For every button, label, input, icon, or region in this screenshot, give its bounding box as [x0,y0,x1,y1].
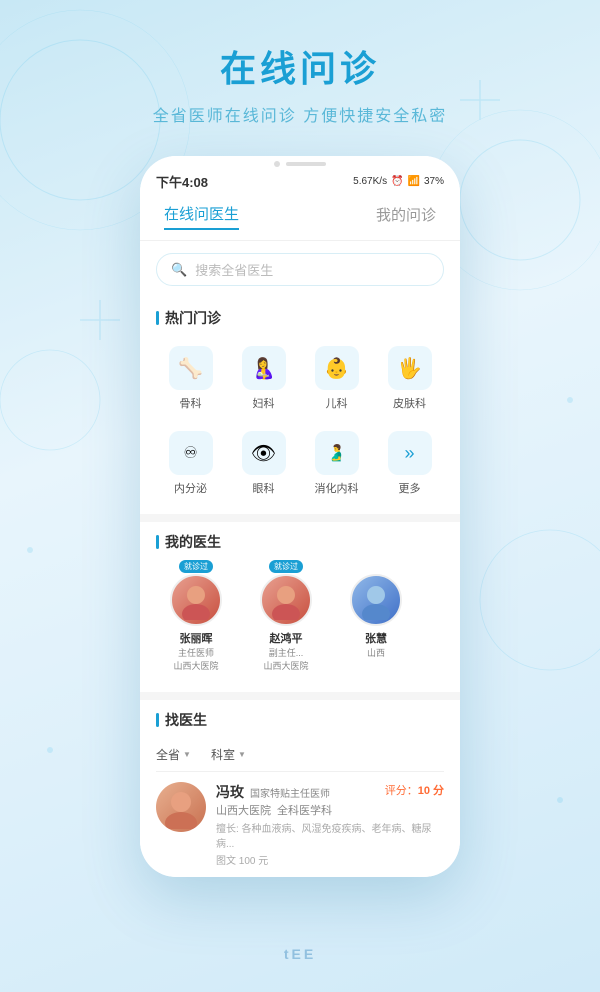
doctor-info-1: 赵鸿平 副主任... 山西大医院 [263,630,308,672]
top-nav: 在线问医生 我的问诊 [140,195,460,241]
find-doctor-section: 找医生 全省 ▼ 科室 ▼ [140,700,460,877]
doctor-info-0: 张丽晖 主任医师 山西大医院 [173,630,218,672]
dept-name-5: 眼科 [253,480,275,496]
dept-icon-2: 👶 [315,346,359,390]
tab-online-doctor[interactable]: 在线问医生 [164,203,239,230]
filter-dept-arrow: ▼ [238,750,246,759]
doctor-avatar-0 [170,574,222,626]
find-doctor-title: 找医生 [156,700,444,738]
hot-departments-title: 热门门诊 [156,298,444,336]
doctor-badge-0: 就诊过 [179,560,213,573]
dept-icon-1: 🤱 [242,346,286,390]
list-doctor-name: 冯玫 国家特贴主任医师 [216,782,332,802]
doctor-list-info-0: 冯玫 国家特贴主任医师 山西大医院 全科医学科 评分：10 分 擅长: 各种血液… [216,782,444,867]
dept-name-3: 皮肤科 [393,395,426,411]
hot-departments-section: 热门门诊 🦴 骨科 🤱 妇科 👶 儿科 🖐 皮肤科 ♾ 内分泌 [140,298,460,514]
notch-dot [274,161,280,167]
divider-1 [140,514,460,522]
dept-icon-5: 👁 [242,431,286,475]
search-icon: 🔍 [171,262,187,278]
sub-title: 全省医师在线问诊 方便快捷安全私密 [20,102,580,126]
dept-item-6[interactable]: 🫃 消化内科 [302,421,371,502]
wifi-icon: 📶 [408,176,420,187]
dept-item-2[interactable]: 👶 儿科 [302,336,371,417]
doctor-name-1: 赵鸿平 [263,630,308,646]
status-bar: 下午4:08 5.67K/s ⏰ 📶 37% [140,164,460,195]
doctor-avatar-1 [260,574,312,626]
doctor-list-item-0[interactable]: 冯玫 国家特贴主任医师 山西大医院 全科医学科 评分：10 分 擅长: 各种血液… [156,772,444,877]
doctor-rating: 评分：10 分 [385,782,444,798]
dept-name-1: 妇科 [253,395,275,411]
filter-province-arrow: ▼ [183,750,191,759]
doctor-hospital-1: 山西大医院 [263,659,308,672]
dept-name-more: 更多 [399,480,421,496]
top-section: 在线问诊 全省医师在线问诊 方便快捷安全私密 [0,0,600,146]
doctor-card-0[interactable]: 就诊过 张丽晖 主任医师 山西大医院 [156,564,236,672]
alarm-icon: ⏰ [391,176,403,187]
battery-icon: 37% [424,176,444,187]
doctor-name-0: 张丽晖 [173,630,218,646]
dept-name-4: 内分泌 [174,480,207,496]
dept-icon-more: » [388,431,432,475]
doctors-scroll[interactable]: 就诊过 张丽晖 主任医师 山西大医院 就诊过 [156,560,444,680]
main-title: 在线问诊 [20,40,580,92]
my-doctors-section: 我的医生 就诊过 张丽晖 主任医师 山西大医院 就诊过 [140,522,460,692]
doctor-name-2: 张慧 [365,630,387,646]
doctor-avatar-2 [350,574,402,626]
doctor-card-2[interactable]: 张慧 山西 [336,564,416,672]
doctor-name-row: 冯玫 国家特贴主任医师 山西大医院 全科医学科 [216,782,332,818]
doctor-card-1[interactable]: 就诊过 赵鸿平 副主任... 山西大医院 [246,564,326,672]
bottom-text: tEE [284,946,316,962]
doctor-hospital-0: 山西大医院 [173,659,218,672]
list-specialty: 擅长: 各种血液病、风湿免疫疾病、老年病、糖尿病... [216,820,444,850]
list-dept: 全科医学科 [277,802,332,818]
dept-icon-3: 🖐 [388,346,432,390]
filter-province[interactable]: 全省 ▼ [156,746,191,763]
doctor-info-2: 张慧 山西 [365,630,387,659]
doctor-hospital-2: 山西 [365,646,387,659]
dept-name-2: 儿科 [326,395,348,411]
tab-my-consultation[interactable]: 我的问诊 [376,204,436,229]
list-doctor-hospital-dept: 山西大医院 全科医学科 [216,802,332,818]
list-avatar-0 [156,782,206,832]
search-bar[interactable]: 🔍 搜索全省医生 [156,253,444,286]
network-speed: 5.67K/s [353,176,387,187]
status-time: 下午4:08 [156,172,208,191]
dept-item-3[interactable]: 🖐 皮肤科 [375,336,444,417]
list-doctor-pos: 国家特贴主任医师 [250,785,330,800]
dept-icon-6: 🫃 [315,431,359,475]
dept-item-more[interactable]: » 更多 [375,421,444,502]
doctor-list-header-0: 冯玫 国家特贴主任医师 山西大医院 全科医学科 评分：10 分 [216,782,444,818]
dept-item-0[interactable]: 🦴 骨科 [156,336,225,417]
divider-2 [140,692,460,700]
filter-row: 全省 ▼ 科室 ▼ [156,738,444,772]
list-price: 图文 100 元 [216,852,444,867]
doctor-badge-1: 就诊过 [269,560,303,573]
search-placeholder: 搜索全省医生 [195,260,273,279]
dept-item-4[interactable]: ♾ 内分泌 [156,421,225,502]
dept-name-6: 消化内科 [315,480,359,496]
dept-icon-4: ♾ [169,431,213,475]
my-doctors-title: 我的医生 [156,522,444,560]
dept-icon-0: 🦴 [169,346,213,390]
doctor-title-0: 主任医师 [173,646,218,659]
list-hospital: 山西大医院 [216,802,271,818]
filter-province-label: 全省 [156,746,180,763]
dept-name-0: 骨科 [180,395,202,411]
phone-mockup: 下午4:08 5.67K/s ⏰ 📶 37% 在线问医生 我的问诊 🔍 搜索全省… [140,156,460,877]
doctor-title-1: 副主任... [263,646,308,659]
status-icons: 5.67K/s ⏰ 📶 37% [353,176,444,187]
dept-item-5[interactable]: 👁 眼科 [229,421,298,502]
phone-notch [140,156,460,164]
filter-department[interactable]: 科室 ▼ [211,746,246,763]
search-section: 🔍 搜索全省医生 [140,241,460,298]
filter-dept-label: 科室 [211,746,235,763]
departments-grid: 🦴 骨科 🤱 妇科 👶 儿科 🖐 皮肤科 ♾ 内分泌 👁 眼科 [156,336,444,502]
notch-line [286,162,326,166]
dept-item-1[interactable]: 🤱 妇科 [229,336,298,417]
